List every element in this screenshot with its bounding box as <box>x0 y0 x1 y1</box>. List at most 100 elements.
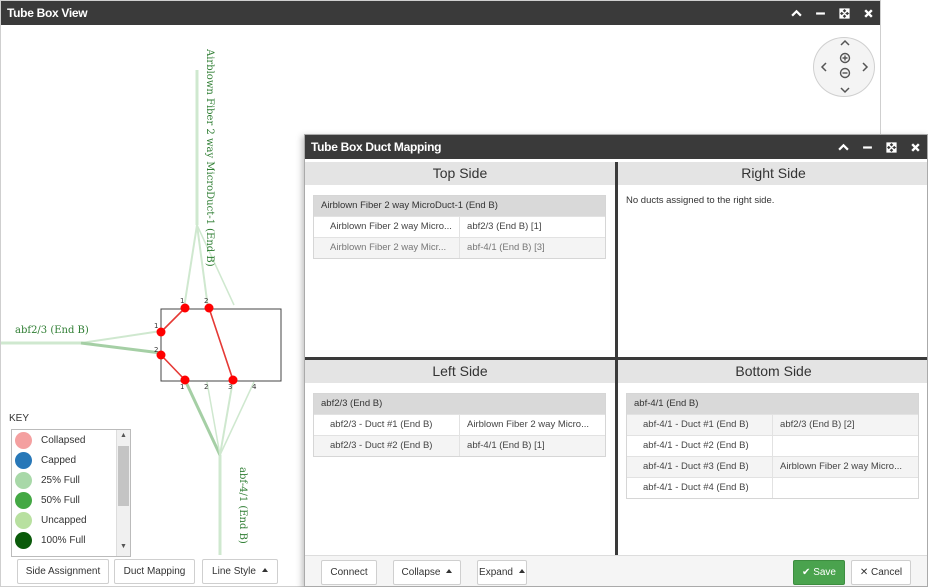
key-item: Collapsed <box>12 430 130 450</box>
bottom-side-panel: Bottom Side abf-4/1 (End B) abf-4/1 - Du… <box>618 360 927 555</box>
x-icon: ✕ <box>859 567 869 578</box>
bottom-side-duct-group[interactable]: abf-4/1 (End B) abf-4/1 - Duct #1 (End B… <box>626 393 919 499</box>
port-number-left-1: 1 <box>154 322 158 330</box>
mapping-cell: Airblown Fiber 2 way Micro... <box>772 457 918 477</box>
caret-up-icon <box>261 568 268 572</box>
key-title: KEY <box>9 413 30 424</box>
duct-cell: Airblown Fiber 2 way Micro... <box>330 221 452 232</box>
port-number-top-1: 1 <box>180 297 184 305</box>
side-assignment-button[interactable]: Side Assignment <box>17 559 109 584</box>
duct-mapping-label: Duct Mapping <box>123 566 186 577</box>
zoom-in-icon[interactable] <box>839 52 851 64</box>
key-list[interactable]: Collapsed Capped 25% Full 50% Full Uncapped 1… <box>11 429 131 557</box>
pan-zoom-control[interactable] <box>813 37 875 97</box>
key-item: 25% Full <box>12 470 130 490</box>
top-duct-label[interactable]: Airblown Fiber 2 way MicroDuct-1 (End B) <box>204 49 215 267</box>
top-side-group-header[interactable]: Airblown Fiber 2 way MicroDuct-1 (End B) <box>314 196 605 216</box>
key-item: Uncapped <box>12 510 130 530</box>
key-label: Uncapped <box>41 514 87 526</box>
collapse-dropdown[interactable]: Collapse <box>393 560 461 585</box>
table-row[interactable]: Airblown Fiber 2 way Micr... abf-4/1 (En… <box>314 237 605 258</box>
table-row[interactable]: abf2/3 - Duct #1 (End B) Airblown Fiber … <box>314 414 605 435</box>
table-row[interactable]: abf-4/1 - Duct #4 (End B) <box>627 477 918 498</box>
caret-up-icon <box>446 569 453 573</box>
dialog-titlebar[interactable]: Tube Box Duct Mapping <box>305 135 927 159</box>
table-row[interactable]: abf-4/1 - Duct #1 (End B) abf2/3 (End B)… <box>627 414 918 435</box>
port-number-top-2: 2 <box>204 297 208 305</box>
key-label: Collapsed <box>41 434 86 446</box>
pan-right-icon[interactable] <box>862 62 869 72</box>
port-number-left-2: 2 <box>154 346 158 354</box>
minimize-icon[interactable] <box>861 141 873 153</box>
pan-left-icon[interactable] <box>820 62 827 72</box>
left-duct-label[interactable]: abf2/3 (End B) <box>15 325 89 336</box>
collapse-up-icon[interactable] <box>837 141 849 153</box>
duct-cell: abf-4/1 - Duct #3 (End B) <box>643 461 749 472</box>
mapping-cell: abf2/3 (End B) [2] <box>772 415 918 435</box>
mapping-cell: abf-4/1 (End B) [3] <box>459 238 605 258</box>
key-swatch <box>15 471 32 489</box>
duct-cell: abf-4/1 - Duct #1 (End B) <box>643 419 749 430</box>
top-duct-branch-1 <box>183 224 198 309</box>
mapping-cell: abf2/3 (End B) [1] <box>459 217 605 237</box>
left-duct-branch-2 <box>80 341 162 355</box>
key-swatch <box>15 431 32 449</box>
maximize-icon[interactable] <box>885 141 897 153</box>
scroll-up-icon[interactable]: ▲ <box>120 432 127 439</box>
duct-cell: abf2/3 - Duct #1 (End B) <box>330 419 433 430</box>
mapping-cell <box>772 436 918 456</box>
caret-up-icon <box>518 569 525 573</box>
maximize-icon[interactable] <box>838 7 850 19</box>
key-swatch <box>15 531 32 549</box>
main-window-title: Tube Box View <box>7 6 88 20</box>
bottom-side-group-header[interactable]: abf-4/1 (End B) <box>627 394 918 414</box>
left-side-group-header[interactable]: abf2/3 (End B) <box>314 394 605 414</box>
expand-dropdown[interactable]: Expand <box>477 560 527 585</box>
bottom-duct-label[interactable]: abf-4/1 (End B) <box>237 467 248 544</box>
cancel-button[interactable]: ✕ Cancel <box>851 560 911 585</box>
key-label: Capped <box>41 454 77 466</box>
connect-label: Connect <box>330 567 368 578</box>
cancel-label: Cancel <box>871 567 903 578</box>
mapping-cell <box>772 478 918 498</box>
dialog-title: Tube Box Duct Mapping <box>311 140 442 154</box>
top-side-duct-group[interactable]: Airblown Fiber 2 way MicroDuct-1 (End B)… <box>313 195 606 259</box>
right-side-panel: Right Side No ducts assigned to the righ… <box>618 162 927 357</box>
pan-down-icon[interactable] <box>840 87 850 94</box>
key-swatch <box>15 511 32 529</box>
zoom-out-icon[interactable] <box>839 67 851 79</box>
table-row[interactable]: abf-4/1 - Duct #2 (End B) <box>627 435 918 456</box>
side-assignment-label: Side Assignment <box>25 566 101 577</box>
scroll-down-icon[interactable]: ▼ <box>120 543 127 550</box>
close-icon[interactable] <box>909 141 921 153</box>
pan-up-icon[interactable] <box>840 39 850 46</box>
left-duct-branch-1 <box>80 330 162 344</box>
table-row[interactable]: abf-4/1 - Duct #3 (End B) Airblown Fiber… <box>627 456 918 477</box>
save-label: Save <box>813 567 836 578</box>
mapping-cell: abf-4/1 (End B) [1] <box>459 436 605 456</box>
main-titlebar[interactable]: Tube Box View <box>1 1 880 25</box>
right-side-header: Right Side <box>618 162 927 185</box>
key-label: 100% Full <box>41 534 86 546</box>
right-side-empty-note: No ducts assigned to the right side. <box>626 195 775 206</box>
table-row[interactable]: abf2/3 - Duct #2 (End B) abf-4/1 (End B)… <box>314 435 605 456</box>
close-icon[interactable] <box>862 7 874 19</box>
line-style-dropdown[interactable]: Line Style <box>202 559 278 584</box>
key-scroll-thumb[interactable] <box>118 446 129 506</box>
table-row[interactable]: Airblown Fiber 2 way Micro... abf2/3 (En… <box>314 216 605 237</box>
save-button[interactable]: ✔ Save <box>793 560 845 585</box>
connect-button[interactable]: Connect <box>321 560 377 585</box>
duct-mapping-button[interactable]: Duct Mapping <box>114 559 195 584</box>
bottom-duct-branch-4 <box>219 381 255 456</box>
key-item: 50% Full <box>12 490 130 510</box>
top-side-header: Top Side <box>305 162 615 185</box>
minimize-icon[interactable] <box>814 7 826 19</box>
port-number-bottom-4: 4 <box>252 383 257 391</box>
key-label: 25% Full <box>41 474 80 486</box>
mapping-cell: Airblown Fiber 2 way Micro... <box>459 415 605 435</box>
key-scrollbar[interactable]: ▲ ▼ <box>116 430 130 556</box>
collapse-up-icon[interactable] <box>790 7 802 19</box>
left-side-duct-group[interactable]: abf2/3 (End B) abf2/3 - Duct #1 (End B) … <box>313 393 606 457</box>
bottom-duct-branch-3 <box>219 379 234 456</box>
bottom-side-header: Bottom Side <box>618 360 927 383</box>
